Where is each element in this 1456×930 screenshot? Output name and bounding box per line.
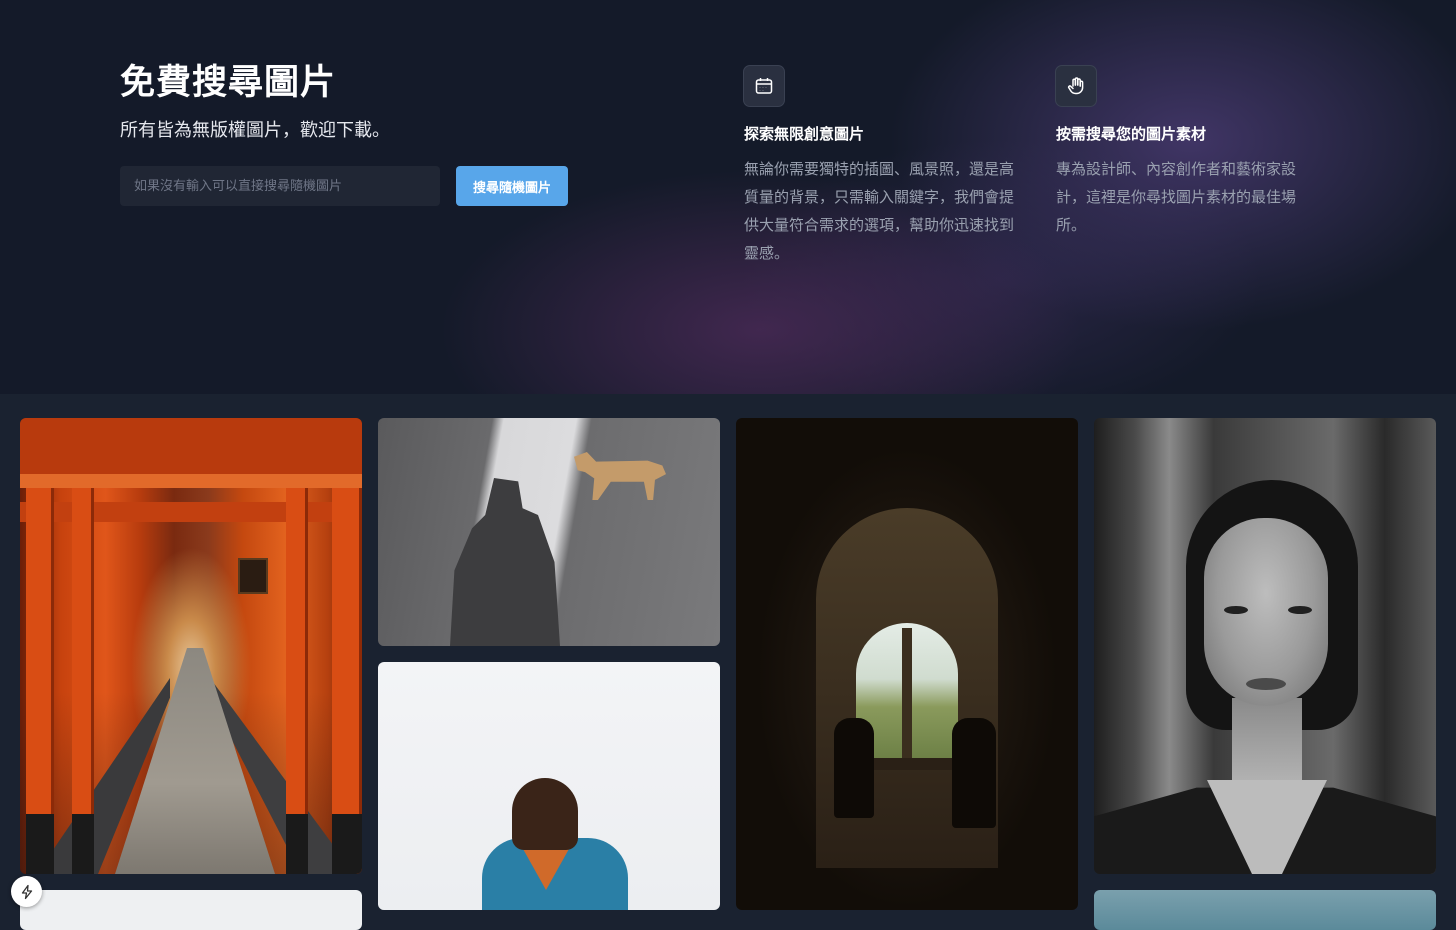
feature-description: 無論你需要獨特的插圖、風景照，還是高質量的背景，只需輸入關鍵字，我們會提供大量符…: [744, 160, 1015, 262]
person-silhouette: [834, 718, 874, 818]
calendar-icon: [743, 65, 785, 107]
lightning-icon[interactable]: [11, 876, 42, 907]
eye: [1288, 606, 1312, 614]
search-input[interactable]: [120, 166, 440, 206]
gallery-photo-arched-window[interactable]: [736, 418, 1078, 910]
image-gallery: [0, 394, 1456, 930]
person-shadow: [450, 478, 560, 646]
dog: [574, 452, 666, 500]
lantern: [238, 558, 268, 594]
hair: [512, 778, 578, 850]
gallery-photo-partial[interactable]: [1094, 890, 1436, 930]
torii-post-base: [286, 814, 308, 874]
feature-explore: 探索無限創意圖片 無論你需要獨特的插圖、風景照，還是高質量的背景，只需輸入關鍵字…: [743, 65, 1023, 267]
torii-post-base: [72, 814, 94, 874]
search-button[interactable]: 搜尋隨機圖片: [456, 166, 568, 206]
person-silhouette: [952, 718, 996, 828]
feature-title: 探索無限創意圖片: [744, 125, 865, 143]
hand-icon: [1055, 65, 1097, 107]
page-title: 免費搜尋圖片: [120, 63, 337, 103]
eye: [1224, 606, 1248, 614]
hero-section: 免費搜尋圖片 所有皆為無版權圖片，歡迎下載。 搜尋隨機圖片 探索無限創意圖片 無…: [0, 0, 1456, 394]
feature-description: 專為設計師、內容創作者和藝術家設計，這裡是你尋找圖片素材的最佳場所。: [1056, 160, 1297, 234]
gallery-photo-shadow-and-dog[interactable]: [378, 418, 720, 646]
neck: [1232, 698, 1302, 788]
gallery-photo-partial[interactable]: [20, 890, 362, 930]
page-subtitle: 所有皆為無版權圖片，歡迎下載。: [120, 120, 390, 141]
gallery-photo-portrait[interactable]: [1094, 418, 1436, 874]
window-column: [902, 628, 912, 763]
torii-post-base: [26, 814, 54, 874]
torii-post-base: [332, 814, 362, 874]
torii-beam: [20, 474, 362, 488]
feature-search-on-demand: 按需搜尋您的圖片素材 專為設計師、內容創作者和藝術家設計，這裡是你尋找圖片素材的…: [1055, 65, 1335, 239]
gallery-photo-blue-coat[interactable]: [378, 662, 720, 910]
torii-beam: [20, 418, 362, 474]
gallery-photo-torii-gates[interactable]: [20, 418, 362, 874]
feature-title: 按需搜尋您的圖片素材: [1056, 125, 1207, 143]
lips: [1246, 678, 1286, 690]
